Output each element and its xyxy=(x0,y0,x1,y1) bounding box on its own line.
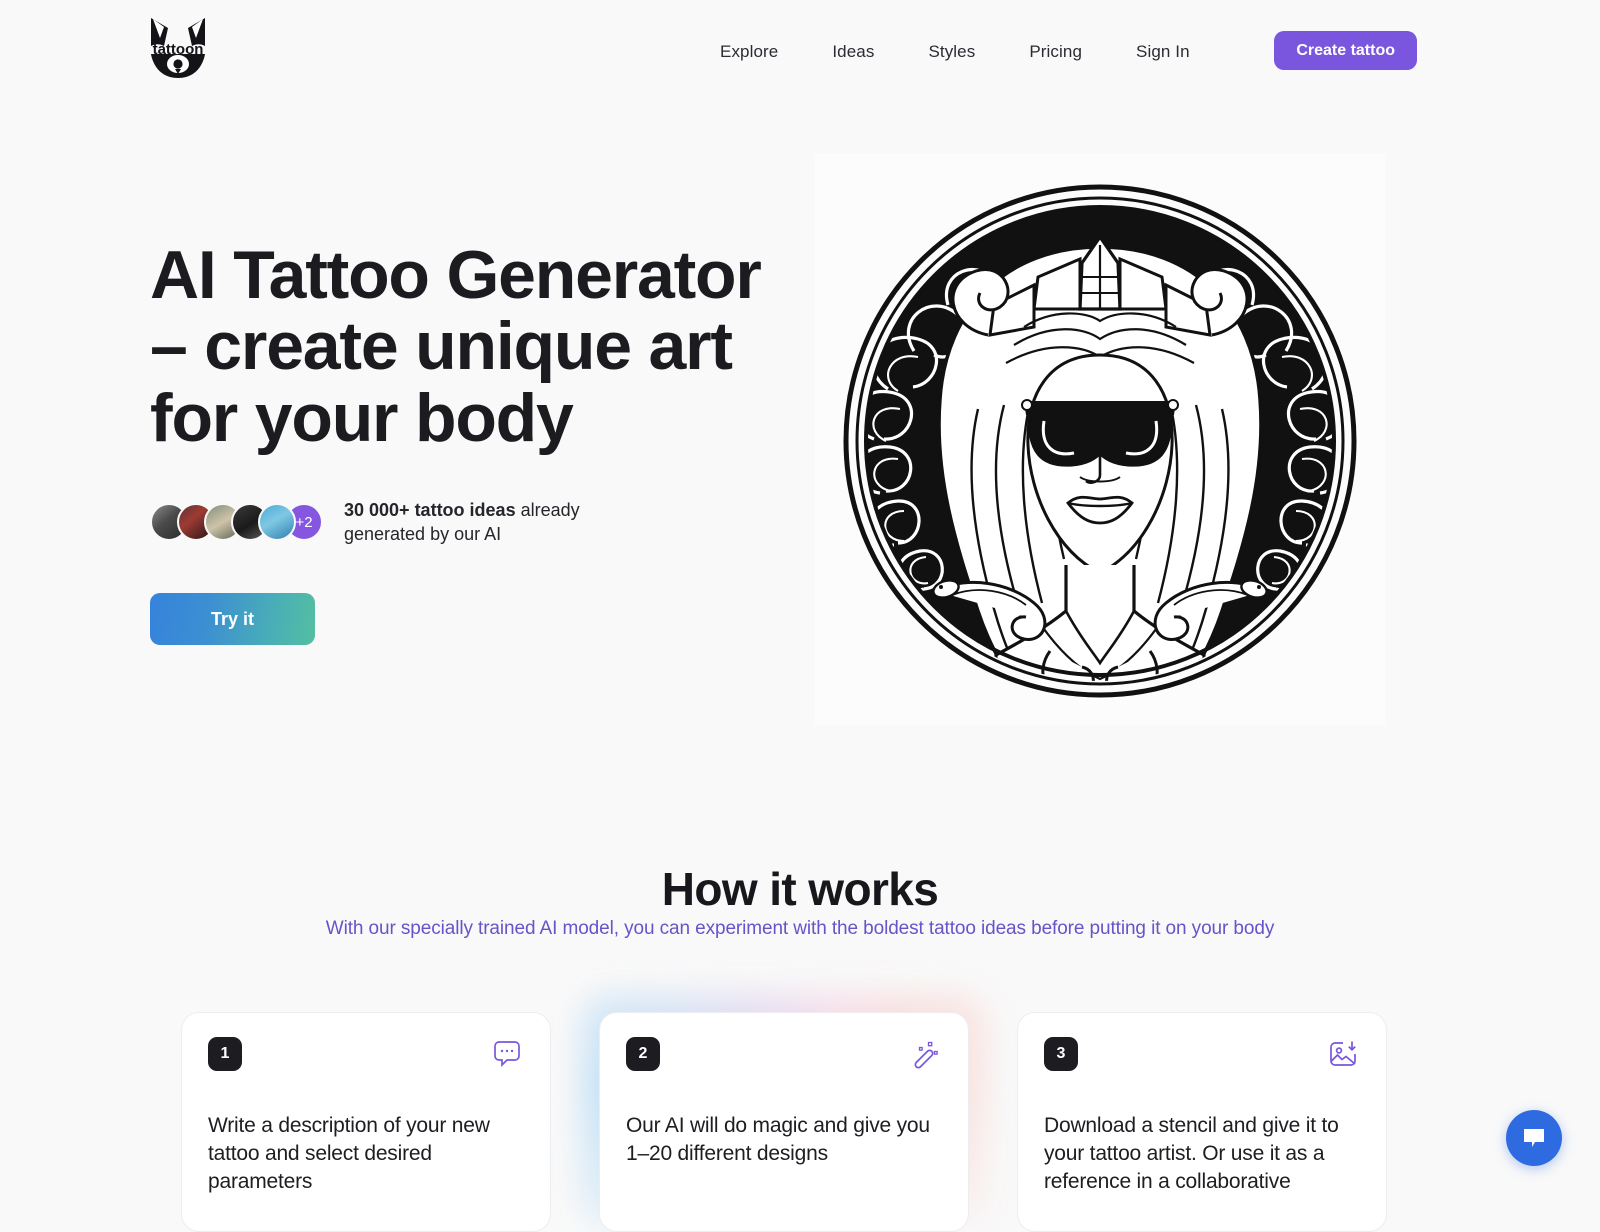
card-header: 3 xyxy=(1044,1037,1360,1077)
step-number-badge: 3 xyxy=(1044,1037,1078,1071)
social-proof: +2 30 000+ tattoo ideas already generate… xyxy=(150,498,614,547)
try-it-button[interactable]: Try it xyxy=(150,593,315,645)
card-wrapper: 2 Our AI will do magic and give you 1–20… xyxy=(599,1012,969,1212)
hero-section: AI Tattoo Generator – create unique art … xyxy=(0,100,1600,800)
nav-item-styles[interactable]: Styles xyxy=(928,36,975,68)
how-it-works-subtitle: With our specially trained AI model, you… xyxy=(0,918,1600,940)
card-wrapper: 3 Download a stencil and give it to your… xyxy=(1017,1012,1387,1212)
card-header: 1 xyxy=(208,1037,524,1077)
chat-bubble-dots-icon xyxy=(490,1037,524,1071)
step-card-3: 3 Download a stencil and give it to your… xyxy=(1017,1012,1387,1232)
step-card-1: 1 Write a description of your new tattoo… xyxy=(181,1012,551,1232)
social-proof-text: 30 000+ tattoo ideas already generated b… xyxy=(344,498,614,547)
site-header: tattoon Explore Ideas Styles Pricing Sig… xyxy=(0,0,1600,100)
create-tattoo-button[interactable]: Create tattoo xyxy=(1274,31,1417,70)
page-title: AI Tattoo Generator – create unique art … xyxy=(150,240,770,454)
card-wrapper: 1 Write a description of your new tattoo… xyxy=(181,1012,551,1212)
step-card-text: Our AI will do magic and give you 1–20 d… xyxy=(626,1112,942,1168)
chat-widget-button[interactable] xyxy=(1506,1110,1562,1166)
card-header: 2 xyxy=(626,1037,942,1077)
medusa-sunglasses-tattoo-icon xyxy=(828,159,1373,719)
nav-item-sign-in[interactable]: Sign In xyxy=(1136,36,1190,68)
step-card-2: 2 Our AI will do magic and give you 1–20… xyxy=(599,1012,969,1232)
nav-item-ideas[interactable]: Ideas xyxy=(832,36,874,68)
step-card-text: Write a description of your new tattoo a… xyxy=(208,1112,524,1196)
step-number-badge: 2 xyxy=(626,1037,660,1071)
fox-head-logo-icon: tattoon xyxy=(148,16,208,80)
chat-bubble-icon xyxy=(1521,1125,1547,1151)
hero-artwork xyxy=(815,153,1385,725)
social-proof-count: 30 000+ tattoo ideas xyxy=(344,500,516,520)
how-it-works-cards: 1 Write a description of your new tattoo… xyxy=(181,1012,1387,1212)
step-number-badge: 1 xyxy=(208,1037,242,1071)
brand-logo[interactable]: tattoon xyxy=(148,16,208,80)
primary-nav: Explore Ideas Styles Pricing Sign In xyxy=(720,36,1190,68)
brand-wordmark: tattoon xyxy=(153,41,204,58)
image-download-icon xyxy=(1326,1037,1360,1071)
nav-item-pricing[interactable]: Pricing xyxy=(1029,36,1082,68)
how-it-works-title: How it works xyxy=(0,862,1600,916)
step-card-text: Download a stencil and give it to your t… xyxy=(1044,1112,1360,1196)
avatar-group: +2 xyxy=(150,503,323,541)
nav-item-explore[interactable]: Explore xyxy=(720,36,778,68)
magic-wand-icon xyxy=(908,1037,942,1071)
